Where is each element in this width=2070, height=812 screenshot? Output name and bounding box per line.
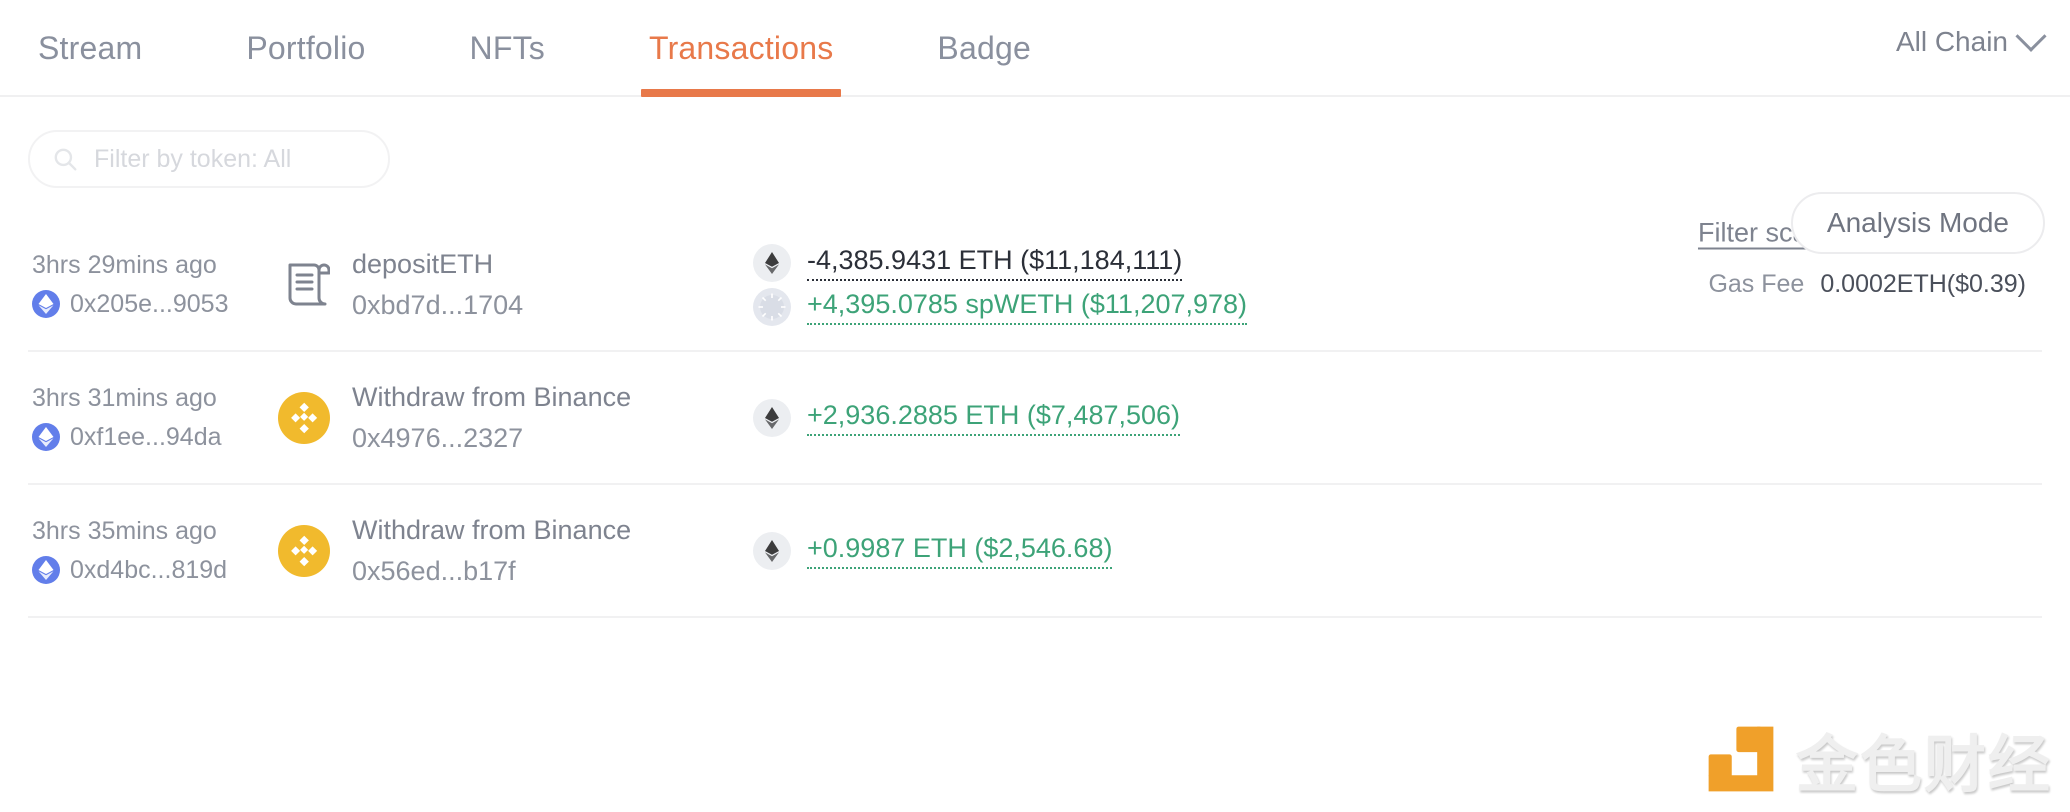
action-text-group: Withdraw from Binance 0x4976...2327: [352, 380, 631, 455]
action-hash-label: 0x56ed...b17f: [352, 555, 516, 586]
amount-line: +0.9987 ETH ($2,546.68): [753, 529, 1418, 573]
chevron-down-icon: [2015, 20, 2047, 52]
gas-fee-label: Gas Fee: [1708, 270, 1805, 298]
transaction-amounts-cell: -4,385.9431 ETH ($11,184,111) +4,395.078…: [738, 241, 1418, 329]
ethereum-icon: [32, 290, 60, 318]
table-row[interactable]: 3hrs 31mins ago 0xf1ee...94da Withdraw f…: [28, 352, 2042, 485]
time-ago-label: 3hrs 31mins ago: [32, 383, 217, 412]
action-name-label: Withdraw from Binance: [352, 514, 632, 545]
amount-line: -4,385.9431 ETH ($11,184,111): [753, 241, 1418, 285]
binance-icon: [278, 524, 330, 577]
chain-selector[interactable]: All Chain: [1895, 20, 2047, 58]
transaction-hash-line[interactable]: 0xf1ee...94da: [32, 423, 278, 452]
action-hash-label: 0x4976...2327: [352, 422, 524, 453]
site-watermark: 金色财经: [1704, 714, 2052, 804]
ethereum-icon: [32, 423, 60, 451]
search-input[interactable]: [94, 144, 374, 174]
tab-nfts-label: NFTs: [469, 30, 546, 66]
spweth-token-icon: [753, 287, 791, 326]
binance-icon: [278, 391, 330, 444]
action-hash-label: 0xbd7d...1704: [352, 289, 524, 320]
amount-value[interactable]: -4,385.9431 ETH ($11,184,111): [807, 245, 1183, 281]
transaction-time-cell: 3hrs 35mins ago 0xd4bc...819d: [28, 517, 278, 585]
ethereum-token-icon: [753, 531, 791, 570]
tab-portfolio-label: Portfolio: [246, 30, 366, 66]
action-text-group: depositETH 0xbd7d...1704: [352, 247, 523, 322]
tab-badge-label: Badge: [937, 30, 1031, 66]
transaction-gas-cell: Gas Fee 0.0002ETH($0.39): [1418, 270, 2042, 299]
tab-stream[interactable]: Stream: [30, 0, 150, 97]
table-row[interactable]: 3hrs 29mins ago 0x205e...9053 depositETH…: [28, 219, 2042, 352]
tab-portfolio[interactable]: Portfolio: [238, 0, 373, 97]
watermark-text: 金色财经: [1795, 728, 2052, 801]
ethereum-icon: [32, 556, 60, 584]
transaction-list: 3hrs 29mins ago 0x205e...9053 depositETH…: [0, 219, 2070, 618]
gas-fee-value: 0.0002ETH($0.39): [1820, 270, 2026, 298]
tab-stream-label: Stream: [38, 30, 143, 66]
time-ago-label: 3hrs 29mins ago: [32, 250, 217, 279]
chain-selector-label: All Chain: [1895, 26, 2008, 57]
transaction-hash-line[interactable]: 0xd4bc...819d: [32, 556, 278, 585]
transaction-hash-label: 0xd4bc...819d: [70, 555, 228, 584]
jinse-logo-icon: [1708, 726, 1774, 792]
ethereum-token-icon: [753, 398, 791, 437]
transaction-time-cell: 3hrs 31mins ago 0xf1ee...94da: [28, 384, 278, 452]
transaction-action-cell: Withdraw from Binance 0x4976...2327: [278, 380, 738, 455]
amount-line: +2,936.2885 ETH ($7,487,506): [753, 396, 1418, 440]
transaction-amounts-cell: +2,936.2885 ETH ($7,487,506): [738, 396, 1418, 440]
amount-value[interactable]: +2,936.2885 ETH ($7,487,506): [807, 400, 1181, 436]
search-icon: [54, 148, 77, 171]
transaction-action-cell: depositETH 0xbd7d...1704: [278, 247, 738, 322]
transaction-amounts-cell: +0.9987 ETH ($2,546.68): [738, 529, 1418, 573]
transaction-hash-line[interactable]: 0x205e...9053: [32, 290, 278, 319]
action-name-label: Withdraw from Binance: [352, 381, 632, 412]
contract-document-icon: [288, 263, 330, 305]
action-name-label: depositETH: [352, 248, 494, 279]
filter-toolbar: Filter scam Analysis Mode: [0, 97, 2070, 254]
tab-transactions-label: Transactions: [649, 30, 834, 66]
amount-value[interactable]: +0.9987 ETH ($2,546.68): [807, 533, 1113, 569]
amount-value[interactable]: +4,395.0785 spWETH ($11,207,978): [807, 289, 1248, 325]
transaction-time-cell: 3hrs 29mins ago 0x205e...9053: [28, 251, 278, 319]
tab-badge[interactable]: Badge: [929, 0, 1039, 97]
transaction-hash-label: 0xf1ee...94da: [70, 422, 222, 451]
top-navigation-bar: Stream Portfolio NFTs Transactions Badge…: [0, 0, 2070, 97]
table-row[interactable]: 3hrs 35mins ago 0xd4bc...819d Withdraw f…: [28, 485, 2042, 618]
amount-line: +4,395.0785 spWETH ($11,207,978): [753, 285, 1418, 329]
tab-nfts[interactable]: NFTs: [462, 0, 553, 97]
nav-tab-list: Stream Portfolio NFTs Transactions Badge: [0, 0, 1127, 97]
transaction-hash-label: 0x205e...9053: [70, 289, 229, 318]
token-filter-search-box[interactable]: [28, 130, 390, 188]
transaction-action-cell: Withdraw from Binance 0x56ed...b17f: [278, 513, 738, 588]
tab-transactions[interactable]: Transactions: [641, 0, 842, 97]
action-text-group: Withdraw from Binance 0x56ed...b17f: [352, 513, 631, 588]
time-ago-label: 3hrs 35mins ago: [32, 516, 217, 545]
ethereum-token-icon: [753, 243, 791, 282]
